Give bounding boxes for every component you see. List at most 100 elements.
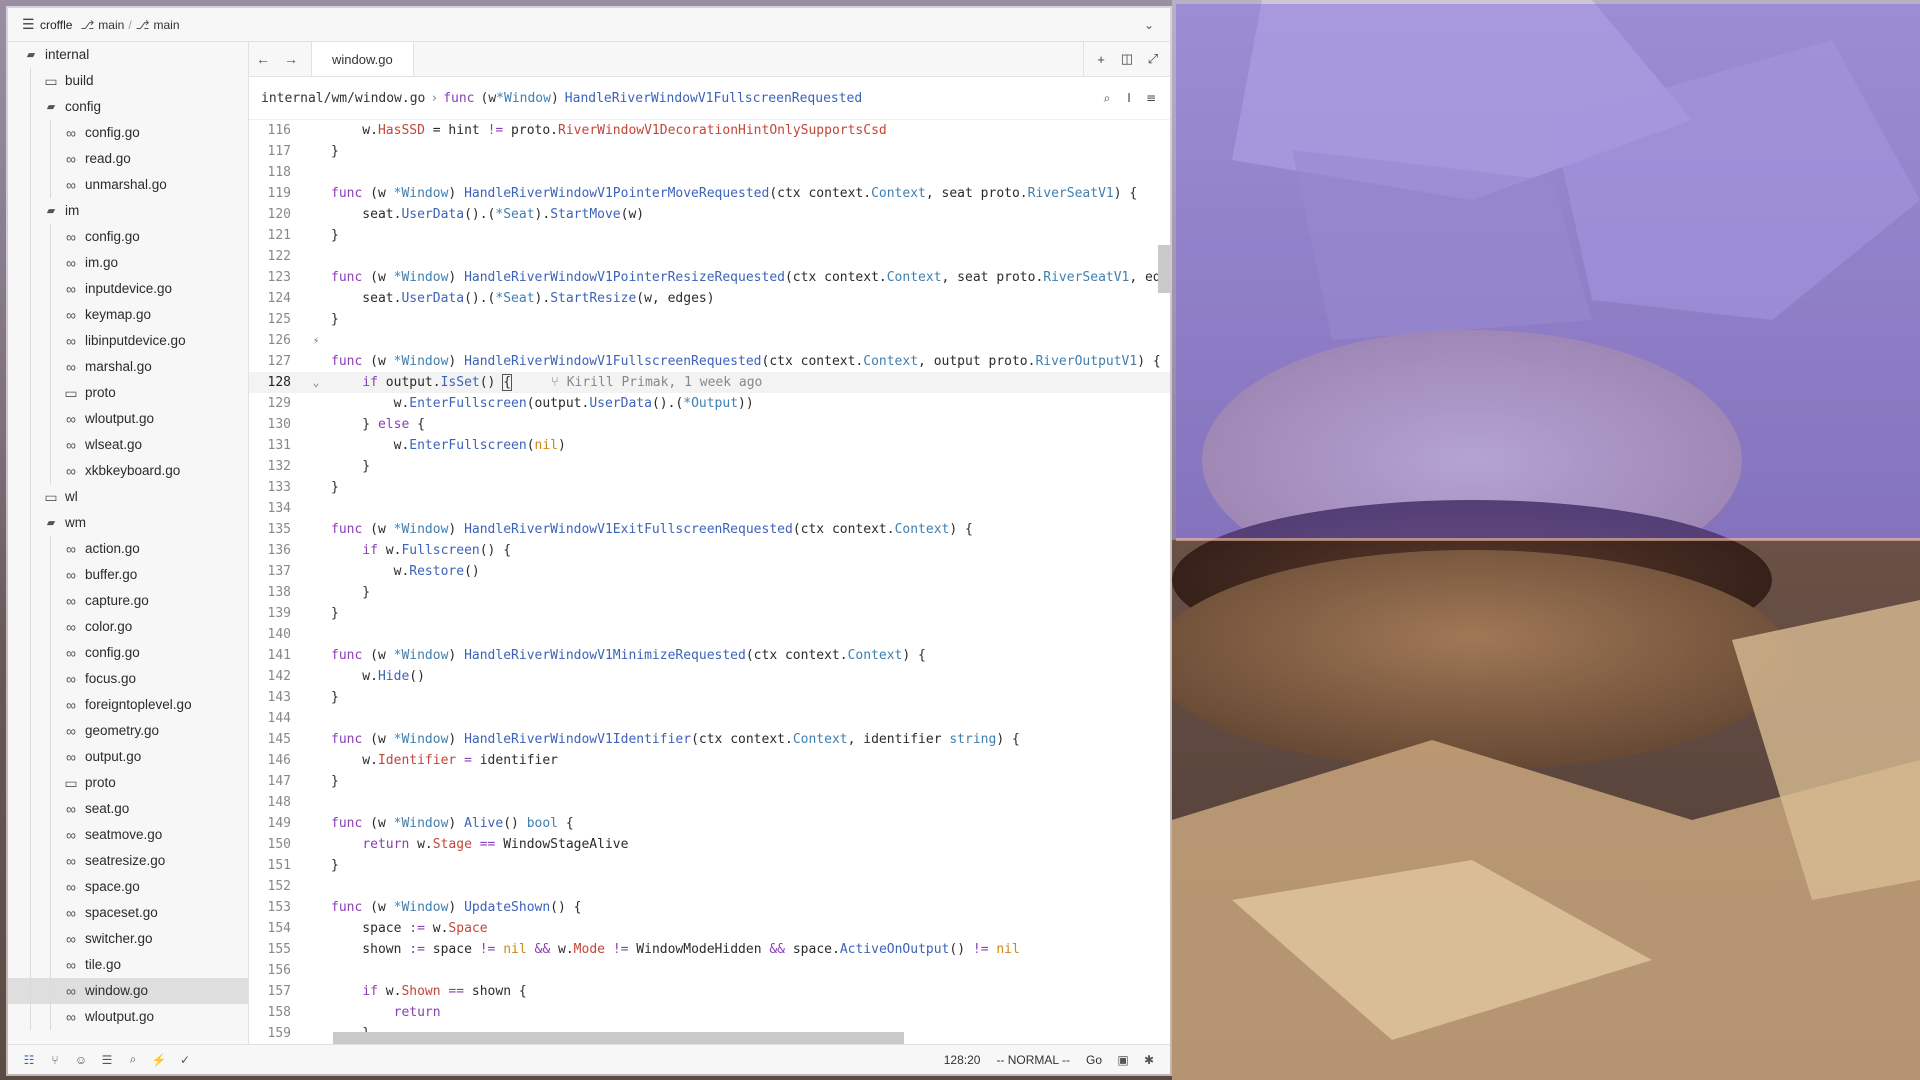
gutter-marker[interactable]: ⚡ <box>301 330 331 351</box>
lightning-icon[interactable]: ⚡ <box>146 1053 172 1067</box>
tree-file[interactable]: ∞ unmarshal.go <box>8 172 248 198</box>
tree-folder[interactable]: ▰ wm <box>8 510 248 536</box>
code-line[interactable]: 136 if w.Fullscreen() { <box>249 540 1170 561</box>
code-line[interactable]: 141 func (w *Window) HandleRiverWindowV1M… <box>249 645 1170 666</box>
tree-file[interactable]: ∞ buffer.go <box>8 562 248 588</box>
check-icon[interactable]: ✓ <box>172 1053 198 1067</box>
code-line[interactable]: 121} <box>249 225 1170 246</box>
search-icon[interactable]: ⌕ <box>1096 91 1118 106</box>
tree-file[interactable]: ∞ spaceset.go <box>8 900 248 926</box>
maximize-icon[interactable]: ⤢ <box>1140 42 1166 76</box>
tree-file[interactable]: ∞ output.go <box>8 744 248 770</box>
code-line[interactable]: 134 <box>249 498 1170 519</box>
tree-file[interactable]: ∞ config.go <box>8 640 248 666</box>
tree-folder[interactable]: ▰ config <box>8 94 248 120</box>
forward-arrow-icon[interactable]: → <box>277 42 305 76</box>
code-line[interactable]: 127 func (w *Window) HandleRiverWindowV1F… <box>249 351 1170 372</box>
tree-file[interactable]: ∞ keymap.go <box>8 302 248 328</box>
code-line[interactable]: 154 space := w.Space <box>249 918 1170 939</box>
code-line[interactable]: 120 seat.UserData().(*Seat).StartMove(w) <box>249 204 1170 225</box>
collab-panel-icon[interactable]: ☺ <box>68 1053 94 1067</box>
branch-name-1[interactable]: main <box>98 18 124 32</box>
code-line[interactable]: 147} <box>249 771 1170 792</box>
breadcrumb-symbol[interactable]: HandleRiverWindowV1FullscreenRequested <box>565 91 862 106</box>
tree-file[interactable]: ∞ libinputdevice.go <box>8 328 248 354</box>
debug-icon[interactable]: ✱ <box>1136 1053 1162 1067</box>
code-line[interactable]: 117} <box>249 141 1170 162</box>
tree-file[interactable]: ∞ geometry.go <box>8 718 248 744</box>
back-arrow-icon[interactable]: ← <box>249 42 277 76</box>
tree-file[interactable]: ∞ wloutput.go <box>8 406 248 432</box>
tree-file[interactable]: ∞ seatmove.go <box>8 822 248 848</box>
tree-file[interactable]: ∞ color.go <box>8 614 248 640</box>
code-line[interactable]: 149 func (w *Window) Alive() bool { <box>249 813 1170 834</box>
code-line[interactable]: 142 w.Hide() <box>249 666 1170 687</box>
tree-file[interactable]: ∞ seatresize.go <box>8 848 248 874</box>
code-line[interactable]: 130 } else { <box>249 414 1170 435</box>
tree-folder[interactable]: ▭ build <box>8 68 248 94</box>
code-line[interactable]: 126 ⚡ <box>249 330 1170 351</box>
code-line[interactable]: 138 } <box>249 582 1170 603</box>
text-cursor-icon[interactable]: I <box>1118 91 1140 105</box>
tree-file[interactable]: ∞ capture.go <box>8 588 248 614</box>
vertical-scrollbar[interactable] <box>1158 245 1170 293</box>
tree-file[interactable]: ∞ read.go <box>8 146 248 172</box>
code-line[interactable]: 116 w.HasSSD = hint != proto.RiverWindow… <box>249 120 1170 141</box>
code-line[interactable]: 158 return <box>249 1002 1170 1023</box>
code-line[interactable]: 157 if w.Shown == shown { <box>249 981 1170 1002</box>
git-panel-icon[interactable]: ⑂ <box>42 1053 68 1067</box>
tree-folder[interactable]: ▭ proto <box>8 770 248 796</box>
tree-file[interactable]: ∞ config.go <box>8 120 248 146</box>
code-line[interactable]: 139} <box>249 603 1170 624</box>
project-name[interactable]: croffle <box>40 18 72 32</box>
code-editor[interactable]: 116 w.HasSSD = hint != proto.RiverWindow… <box>249 120 1170 1044</box>
code-line[interactable]: 155 shown := space != nil && w.Mode != W… <box>249 939 1170 960</box>
tree-file[interactable]: ∞ marshal.go <box>8 354 248 380</box>
tree-file[interactable]: ∞ space.go <box>8 874 248 900</box>
breadcrumb-path[interactable]: internal/wm/window.go <box>261 91 425 106</box>
split-pane-icon[interactable]: ◫ <box>1114 42 1140 76</box>
code-line[interactable]: 148 <box>249 792 1170 813</box>
tree-file[interactable]: ∞ wloutput.go <box>8 1004 248 1030</box>
code-line[interactable]: 156 <box>249 960 1170 981</box>
tree-file[interactable]: ∞ tile.go <box>8 952 248 978</box>
code-line[interactable]: 145 func (w *Window) HandleRiverWindowV1I… <box>249 729 1170 750</box>
terminal-icon[interactable]: ▣ <box>1110 1053 1136 1067</box>
code-line[interactable]: 122 <box>249 246 1170 267</box>
tree-folder[interactable]: ▰ internal <box>8 42 248 68</box>
branch-name-2[interactable]: main <box>153 18 179 32</box>
inline-blame[interactable]: ⑂ Kirill Primak, 1 week ago <box>551 375 762 390</box>
code-line[interactable]: 137 w.Restore() <box>249 561 1170 582</box>
tree-file[interactable]: ∞ xkbkeyboard.go <box>8 458 248 484</box>
tree-file[interactable]: ∞ window.go <box>8 978 248 1004</box>
code-line[interactable]: 150 return w.Stage == WindowStageAlive <box>249 834 1170 855</box>
tree-file[interactable]: ∞ seat.go <box>8 796 248 822</box>
code-line[interactable]: 119 func (w *Window) HandleRiverWindowV1P… <box>249 183 1170 204</box>
tree-file[interactable]: ∞ inputdevice.go <box>8 276 248 302</box>
new-tab-icon[interactable]: + <box>1088 42 1114 76</box>
horizontal-scrollbar[interactable] <box>333 1032 904 1044</box>
code-line[interactable]: 144 <box>249 708 1170 729</box>
sliders-icon[interactable]: ≡ <box>1140 91 1162 105</box>
code-line[interactable]: 135 func (w *Window) HandleRiverWindowV1E… <box>249 519 1170 540</box>
menu-icon[interactable]: ☰ <box>22 16 35 33</box>
outline-panel-icon[interactable]: ☰ <box>94 1053 120 1067</box>
code-line[interactable]: 133} <box>249 477 1170 498</box>
tree-file[interactable]: ∞ im.go <box>8 250 248 276</box>
code-line[interactable]: 129 w.EnterFullscreen(output.UserData().… <box>249 393 1170 414</box>
code-line[interactable]: 146 w.Identifier = identifier <box>249 750 1170 771</box>
code-line[interactable]: 125} <box>249 309 1170 330</box>
language-selector[interactable]: Go <box>1086 1053 1102 1067</box>
tree-file[interactable]: ∞ switcher.go <box>8 926 248 952</box>
code-line[interactable]: 143} <box>249 687 1170 708</box>
code-line[interactable]: 151} <box>249 855 1170 876</box>
code-line[interactable]: 131 w.EnterFullscreen(nil) <box>249 435 1170 456</box>
code-line[interactable]: 152 <box>249 876 1170 897</box>
code-line[interactable]: 153 func (w *Window) UpdateShown() { <box>249 897 1170 918</box>
code-line[interactable]: 124 seat.UserData().(*Seat).StartResize(… <box>249 288 1170 309</box>
code-line[interactable]: 118 <box>249 162 1170 183</box>
gutter-marker[interactable]: ⌄ <box>301 372 331 393</box>
tree-folder[interactable]: ▰ im <box>8 198 248 224</box>
code-line[interactable]: 128 ⌄ if output.IsSet() {⑂ Kirill Primak,… <box>249 372 1170 393</box>
code-line[interactable]: 140 <box>249 624 1170 645</box>
